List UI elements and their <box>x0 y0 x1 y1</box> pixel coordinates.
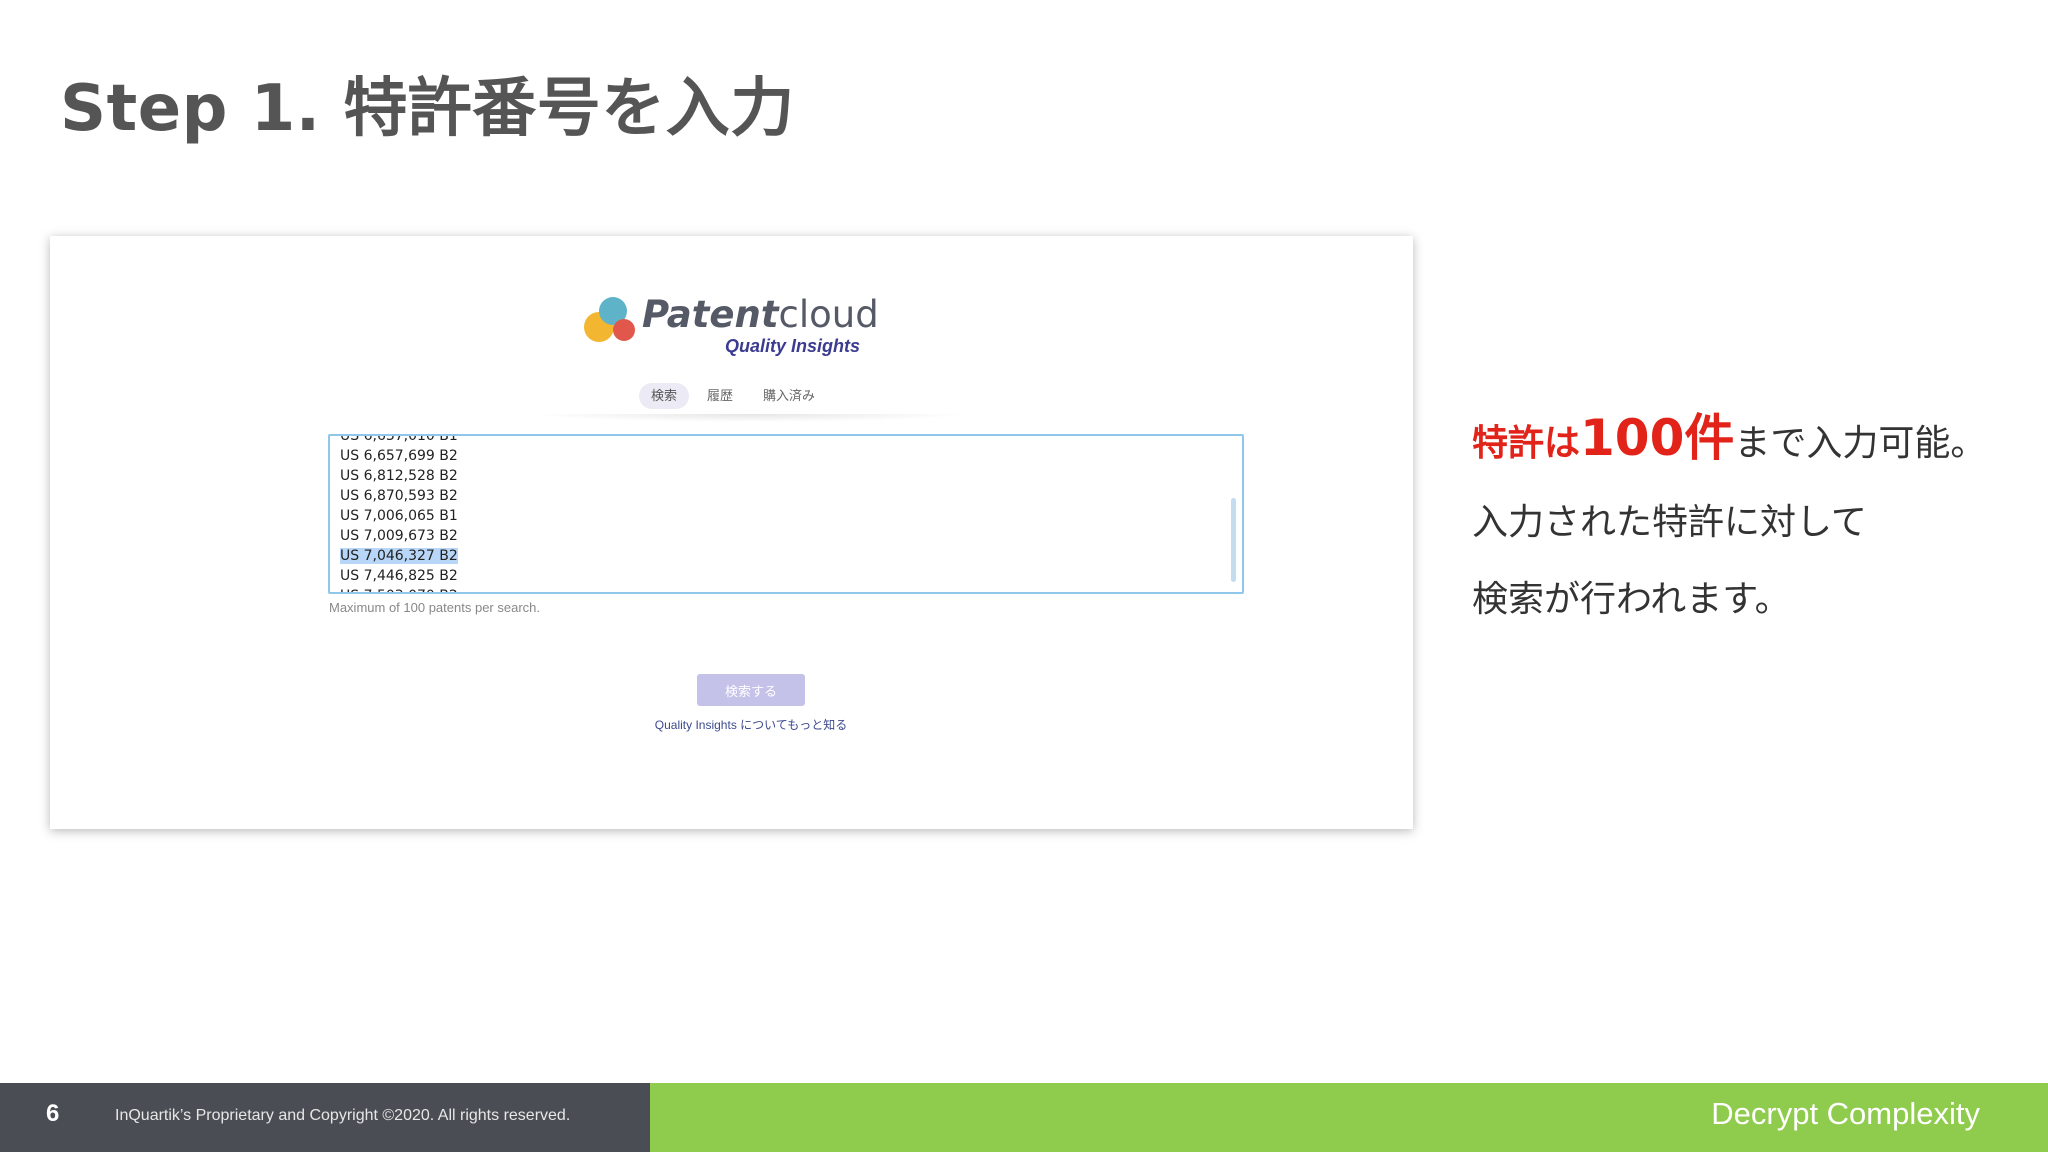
tab-history[interactable]: 履歴 <box>695 383 745 409</box>
patent-line: US 6,657,699 B2 <box>340 448 458 464</box>
patent-line: US 6,812,528 B2 <box>340 468 458 484</box>
patent-line: US 7,006,065 B1 <box>340 508 458 524</box>
copyright-notice: InQuartik’s Proprietary and Copyright ©2… <box>115 1107 571 1124</box>
logo-word-light: cloud <box>778 293 879 336</box>
patent-line: US 7,009,673 B2 <box>340 528 458 544</box>
highlight-text: 特許は <box>1472 423 1581 464</box>
patentcloud-logo: Patentcloud Quality Insights <box>580 292 880 362</box>
patent-line: US 6,870,593 B2 <box>340 488 458 504</box>
patent-line-selected: US 7,046,327 B2 <box>340 546 458 566</box>
patent-line: US 7,503,070 B2 <box>340 586 458 592</box>
logo-wordmark: Patentcloud <box>642 292 879 338</box>
side-note-line2: 入力された特許に対して <box>1472 502 1867 543</box>
input-scrollbar[interactable] <box>1231 498 1236 582</box>
patent-number-input[interactable]: US 6,637,010 B1 US 6,657,699 B2 US 6,812… <box>328 434 1244 594</box>
patent-number-list: US 6,637,010 B1 US 6,657,699 B2 US 6,812… <box>340 434 458 592</box>
side-note-line1-rest: まで入力可能。 <box>1734 423 1987 464</box>
max-patents-hint: Maximum of 100 patents per search. <box>329 600 540 615</box>
learn-more-link[interactable]: Quality Insights についてもっと知る <box>610 716 892 733</box>
app-screenshot: Patentcloud Quality Insights 検索 履歴 購入済み … <box>50 236 1413 829</box>
footer-tagline: Decrypt Complexity <box>1711 1096 1980 1131</box>
highlight-count: 100件 <box>1580 409 1735 467</box>
side-note-line3: 検索が行われます。 <box>1472 579 1791 620</box>
patent-line: US 7,446,825 B2 <box>340 568 458 584</box>
slide-title: Step 1. 特許番号を入力 <box>60 72 795 146</box>
logo-subtitle: Quality Insights <box>724 336 860 356</box>
logo-word-bold: Patent <box>642 293 779 336</box>
tab-search[interactable]: 検索 <box>639 383 690 409</box>
tab-bar-shadow <box>530 414 970 422</box>
tab-purchased[interactable]: 購入済み <box>751 383 827 409</box>
page-number: 6 <box>46 1100 60 1127</box>
search-button[interactable]: 検索する <box>697 674 805 706</box>
tab-bar: 検索 履歴 購入済み <box>639 382 827 410</box>
selected-text-highlight: US 7,046,327 B2 <box>340 548 458 564</box>
side-note-line1: 特許は100件まで入力可能。 <box>1472 408 1986 474</box>
patent-line: US 6,637,010 B1 <box>340 434 458 444</box>
